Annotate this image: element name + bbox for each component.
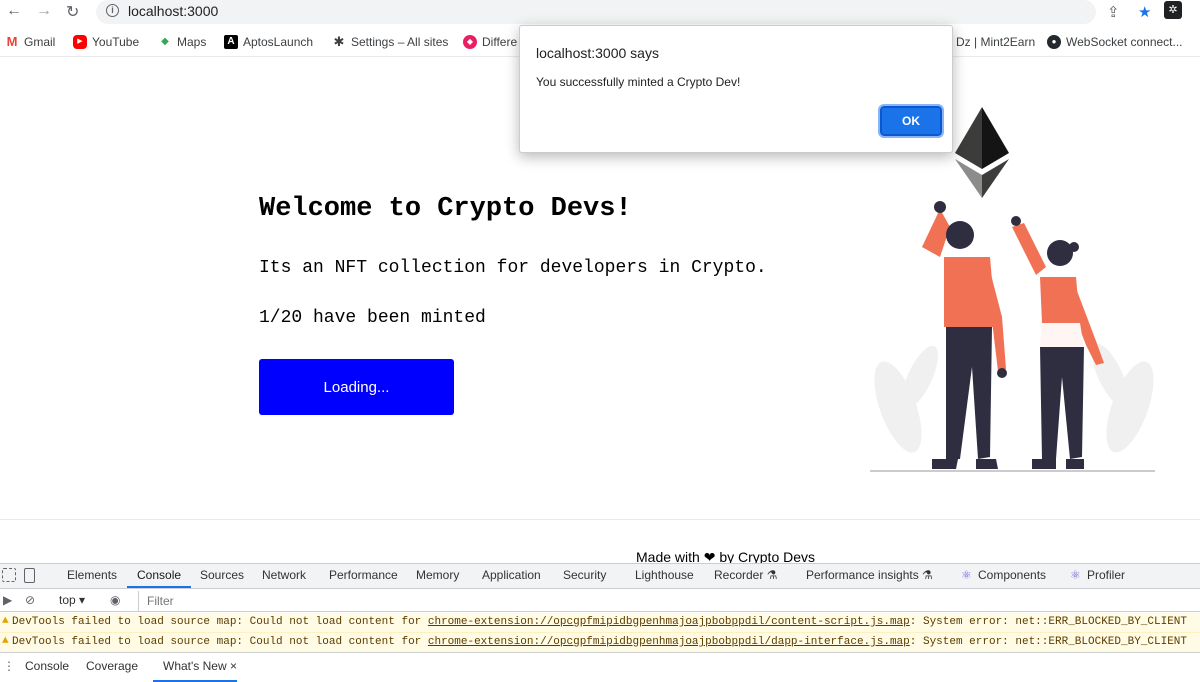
- bookmark-mint2earn[interactable]: Dz | Mint2Earn: [956, 35, 1035, 49]
- devtools-tabbar: Elements Console Sources Network Perform…: [0, 564, 1200, 589]
- profiler-icon: ⚛: [1070, 568, 1081, 582]
- ethereum-icon: [955, 107, 1009, 198]
- github-icon: ●: [1047, 35, 1061, 49]
- youtube-icon: ▶: [73, 35, 87, 49]
- filter-input[interactable]: [138, 591, 749, 611]
- devtools-panel: Elements Console Sources Network Perform…: [0, 563, 1200, 682]
- bookmark-label: Settings – All sites: [351, 35, 449, 49]
- message-text: : System error: net::ERR_BLOCKED_BY_CLIE…: [909, 616, 1188, 628]
- inspect-icon[interactable]: [2, 568, 16, 582]
- tab-sources[interactable]: Sources: [200, 568, 244, 582]
- dialog-message: You successfully minted a Crypto Dev!: [536, 75, 741, 89]
- sidebar-toggle-icon[interactable]: ▶: [3, 593, 12, 607]
- mint-button[interactable]: Loading...: [259, 359, 454, 415]
- components-icon: ⚛: [961, 568, 972, 582]
- back-icon[interactable]: ←: [6, 2, 22, 20]
- cube-icon: ◆: [463, 35, 477, 49]
- tab-memory[interactable]: Memory: [416, 568, 459, 582]
- bookmark-maps[interactable]: ◆ Maps: [158, 35, 206, 49]
- url-text[interactable]: localhost:3000: [128, 3, 218, 19]
- tab-console[interactable]: Console: [126, 568, 192, 588]
- drawer-menu-icon[interactable]: ⋮: [3, 659, 15, 673]
- warning-icon: ▲: [2, 615, 9, 627]
- drawer-tab-coverage[interactable]: Coverage: [86, 659, 138, 673]
- star-icon[interactable]: ★: [1138, 3, 1151, 21]
- info-icon[interactable]: i: [106, 4, 119, 17]
- tab-profiler[interactable]: Profiler: [1087, 568, 1125, 582]
- dialog-title: localhost:3000 says: [536, 45, 659, 61]
- address-bar[interactable]: i localhost:3000: [96, 0, 1096, 24]
- maps-icon: ◆: [161, 36, 169, 47]
- console-message: ▲ DevTools failed to load source map: Co…: [0, 613, 1200, 633]
- bookmark-youtube[interactable]: ▶ YouTube: [73, 35, 139, 49]
- share-icon[interactable]: ⇪: [1107, 3, 1120, 21]
- tab-performance[interactable]: Performance: [329, 568, 398, 582]
- console-toolbar: ▶ ⊘ top ▾ ◉: [0, 589, 1200, 612]
- bookmark-label: WebSocket connect...: [1066, 35, 1183, 49]
- gmail-icon: M: [6, 34, 18, 49]
- warning-icon: ▲: [2, 635, 9, 647]
- forward-icon[interactable]: →: [36, 2, 52, 20]
- device-toolbar-icon[interactable]: [24, 568, 35, 583]
- context-select[interactable]: top ▾: [59, 593, 85, 607]
- message-text: DevTools failed to load source map: Coul…: [12, 616, 428, 628]
- alert-dialog: localhost:3000 says You successfully min…: [519, 25, 953, 153]
- gear-icon: ✱: [333, 34, 345, 49]
- woman-figure: [1011, 216, 1104, 469]
- drawer-tab-console[interactable]: Console: [25, 659, 69, 673]
- bookmark-differe[interactable]: ◆ Differe: [463, 35, 517, 49]
- source-map-link[interactable]: chrome-extension://opcgpfmipidbgpenhmajo…: [428, 636, 910, 648]
- extension-icon[interactable]: ✲: [1164, 1, 1182, 19]
- page-title: Welcome to Crypto Devs!: [259, 194, 632, 224]
- page-description: Its an NFT collection for developers in …: [259, 258, 767, 278]
- bookmark-label: YouTube: [92, 35, 140, 49]
- browser-toolbar: ← → ↻ i localhost:3000 ⇪ ★ ✲: [0, 0, 1200, 25]
- tab-performance-insights[interactable]: Performance insights ⚗: [806, 568, 933, 582]
- console-message: ▲ DevTools failed to load source map: Co…: [0, 633, 1200, 653]
- footer-text: Made with ❤ by Crypto Devs: [636, 549, 816, 563]
- tab-security[interactable]: Security: [563, 568, 606, 582]
- leaves-decoration: [874, 343, 1154, 453]
- tab-elements[interactable]: Elements: [67, 568, 117, 582]
- tab-recorder[interactable]: Recorder ⚗: [714, 568, 777, 582]
- message-text: : System error: net::ERR_BLOCKED_BY_CLIE…: [909, 636, 1188, 648]
- source-map-link[interactable]: chrome-extension://opcgpfmipidbgpenhmajo…: [428, 616, 910, 628]
- crypto-devs-illustration: [870, 107, 1155, 472]
- tab-application[interactable]: Application: [482, 568, 541, 582]
- bookmark-label: AptosLaunch: [243, 35, 314, 49]
- minted-count: 1/20 have been minted: [259, 308, 486, 328]
- bookmark-aptoslaunch[interactable]: A AptosLaunch: [224, 35, 313, 49]
- bookmark-websocket[interactable]: ● WebSocket connect...: [1047, 35, 1183, 49]
- close-icon[interactable]: ×: [230, 659, 237, 673]
- bookmark-settings[interactable]: ✱ Settings – All sites: [332, 34, 449, 50]
- clear-console-icon[interactable]: ⊘: [25, 593, 35, 607]
- tab-lighthouse[interactable]: Lighthouse: [635, 568, 694, 582]
- bookmark-label: Maps: [177, 35, 207, 49]
- ok-button[interactable]: OK: [878, 104, 944, 138]
- eye-icon[interactable]: ◉: [110, 593, 120, 607]
- drawer-tab-whats-new[interactable]: What's New: [153, 659, 237, 682]
- message-text: DevTools failed to load source map: Coul…: [12, 636, 428, 648]
- tab-network[interactable]: Network: [262, 568, 306, 582]
- bookmark-label: Differe: [482, 35, 518, 49]
- footer-divider: [0, 519, 1200, 520]
- bookmark-gmail[interactable]: M Gmail: [5, 34, 56, 50]
- bookmark-label: Gmail: [24, 35, 56, 49]
- devtools-drawer: ⋮ Console Coverage What's New ×: [0, 652, 1200, 682]
- aptos-icon: A: [224, 35, 238, 49]
- tab-components[interactable]: Components: [978, 568, 1046, 582]
- bookmark-label: Dz | Mint2Earn: [956, 35, 1036, 49]
- reload-icon[interactable]: ↻: [66, 2, 79, 22]
- man-figure: [922, 201, 1007, 469]
